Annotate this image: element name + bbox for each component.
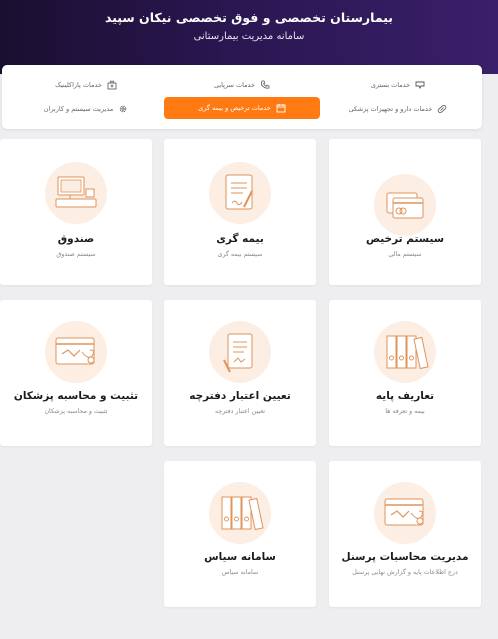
tab-paraclinic-services[interactable]: خدمات پاراکلینیک <box>8 74 164 96</box>
card-subtitle: سامانه سیاس <box>221 569 259 576</box>
card-title: سامانه سیاس <box>204 551 276 563</box>
card-base-definitions[interactable]: تعاریف پایه بیمه و تعرفه ها <box>329 300 481 446</box>
card-personnel-calculations[interactable]: مدیریت محاسبات پرسنل درج اطلاعات پایه و … <box>329 461 481 607</box>
medical-bag-icon <box>107 80 117 90</box>
card-subtitle: بیمه و تعرفه ها <box>385 408 425 415</box>
insurance-form-icon <box>208 161 272 225</box>
tab-outpatient-services[interactable]: خدمات سرپایی <box>164 74 320 96</box>
phone-icon <box>260 80 270 90</box>
card-subtitle: درج اطلاعات پایه و گزارش نهایی پرسنل <box>352 569 458 576</box>
card-sias-system[interactable]: سامانه سیاس سامانه سیاس <box>164 461 316 607</box>
pill-icon <box>437 104 447 114</box>
card-booklet-validity[interactable]: تعیین اعتبار دفترچه تعیین اعتبار دفترچه <box>164 300 316 446</box>
card-subtitle: تثبیت و محاسبه پزشکان <box>44 408 108 415</box>
card-discharge-system[interactable]: سیستم ترخیص سیستم مالی <box>329 139 481 285</box>
card-subtitle: سیستم بیمه گری <box>217 251 263 258</box>
tab-label: مدیریت سیستم و کاربران <box>43 105 114 113</box>
binders-icon <box>208 481 272 545</box>
tab-discharge-insurance-services[interactable]: خدمات ترخیص و بیمه گری <box>164 97 320 119</box>
tab-label: خدمات ترخیص و بیمه گری <box>198 104 271 112</box>
tab-label: خدمات دارو و تجهیزات پزشکی <box>348 105 433 113</box>
page-header: بیمارستان تخصصی و فوق تخصصی نیکان سپید س… <box>0 0 498 74</box>
tab-label: خدمات سرپایی <box>213 81 256 89</box>
card-title: تعیین اعتبار دفترچه <box>189 390 291 402</box>
card-cashbox[interactable]: صندوق سیستم صندوق <box>0 139 152 285</box>
card-title: مدیریت محاسبات پرسنل <box>341 551 469 563</box>
booklet-icon <box>208 320 272 384</box>
hospital-title: بیمارستان تخصصی و فوق تخصصی نیکان سپید <box>104 10 393 25</box>
stethoscope-card-icon <box>44 320 108 384</box>
bed-icon <box>415 80 425 90</box>
tab-inpatient-services[interactable]: خدمات بستری <box>320 74 476 96</box>
service-tabs: خدمات بستری خدمات سرپایی خدمات پاراکلینی… <box>2 65 482 129</box>
card-title: تثبیت و محاسبه پزشکان <box>13 390 139 402</box>
system-subtitle: سامانه مدیریت بیمارستانی <box>193 31 305 42</box>
gear-icon <box>118 104 128 114</box>
card-title: سیستم ترخیص <box>365 233 445 245</box>
card-title: صندوق <box>57 233 95 245</box>
tab-label: خدمات بستری <box>370 81 411 89</box>
card-title: بیمه گری <box>216 233 264 245</box>
tab-system-user-management[interactable]: مدیریت سیستم و کاربران <box>8 98 164 120</box>
card-subtitle: تعیین اعتبار دفترچه <box>214 408 266 415</box>
cash-register-icon <box>44 161 108 225</box>
card-subtitle: سیستم صندوق <box>56 251 96 258</box>
card-insurance[interactable]: بیمه گری سیستم بیمه گری <box>164 139 316 285</box>
calendar-icon <box>276 103 286 113</box>
credit-card-icon <box>373 173 437 237</box>
card-title: تعاریف پایه <box>375 390 435 402</box>
binders-icon <box>373 320 437 384</box>
tab-drug-equipment-services[interactable]: خدمات دارو و تجهیزات پزشکی <box>320 98 476 120</box>
card-physician-calculation[interactable]: تثبیت و محاسبه پزشکان تثبیت و محاسبه پزش… <box>0 300 152 446</box>
tab-label: خدمات پاراکلینیک <box>55 81 102 89</box>
stethoscope-card-icon <box>373 481 437 545</box>
card-subtitle: سیستم مالی <box>388 251 422 258</box>
